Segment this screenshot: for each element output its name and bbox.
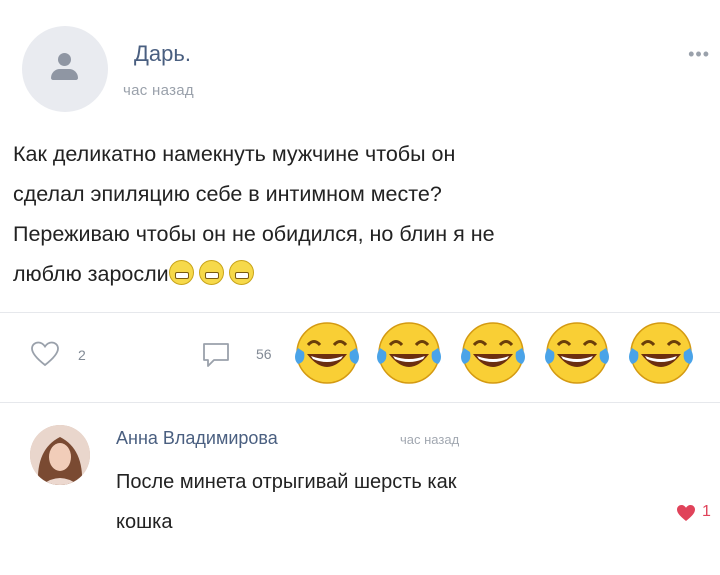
commenter-name[interactable]: Анна Владимирова bbox=[116, 428, 278, 449]
comment-like-count: 1 bbox=[702, 503, 711, 520]
tears-of-joy-icon bbox=[377, 322, 441, 384]
tears-of-joy-icon bbox=[545, 322, 609, 384]
like-count: 2 bbox=[78, 347, 86, 363]
comment-count: 56 bbox=[256, 346, 272, 362]
tears-of-joy-icon bbox=[461, 322, 525, 384]
user-head-icon bbox=[58, 53, 71, 66]
reaction-emoji-row bbox=[292, 318, 712, 388]
post-text-line: люблю заросли bbox=[13, 262, 169, 286]
comment-time: час назад bbox=[400, 432, 460, 447]
grimacing-face-icon bbox=[228, 260, 254, 285]
comment-text-line: После минета отрыгивай шерсть как bbox=[116, 471, 457, 493]
heart-outline-icon[interactable] bbox=[30, 340, 60, 368]
grimacing-face-icon bbox=[198, 260, 224, 285]
user-body-icon bbox=[51, 69, 78, 80]
comment-icon[interactable] bbox=[200, 340, 232, 370]
heart-icon[interactable] bbox=[676, 504, 696, 522]
post-text-line: сделал эпиляцию себе в интимном месте? bbox=[13, 182, 442, 206]
commenter-photo bbox=[30, 425, 90, 485]
more-icon[interactable]: ••• bbox=[688, 44, 710, 65]
post-text-line: Переживаю чтобы он не обидился, но блин … bbox=[13, 222, 495, 246]
divider bbox=[0, 402, 720, 403]
commenter-avatar[interactable] bbox=[30, 425, 90, 485]
post-card: Дарь. час назад ••• Как деликатно намекн… bbox=[0, 0, 720, 575]
divider bbox=[0, 312, 720, 313]
tears-of-joy-icon bbox=[295, 322, 359, 384]
author-name[interactable]: Дарь. bbox=[134, 41, 191, 67]
comment-text-line: кошка bbox=[116, 511, 173, 533]
post-text-line: Как деликатно намекнуть мужчине чтобы он bbox=[13, 142, 456, 166]
tears-of-joy-icon bbox=[629, 322, 693, 384]
post-text-line-with-emoji: люблю заросли bbox=[13, 254, 718, 294]
post-text: Как деликатно намекнуть мужчине чтобы он… bbox=[13, 134, 718, 294]
author-avatar[interactable] bbox=[22, 26, 108, 112]
post-time: час назад bbox=[123, 82, 194, 99]
grimacing-face-icon bbox=[168, 260, 194, 285]
comment-text: После минета отрыгивай шерсть как кошка bbox=[116, 462, 676, 542]
